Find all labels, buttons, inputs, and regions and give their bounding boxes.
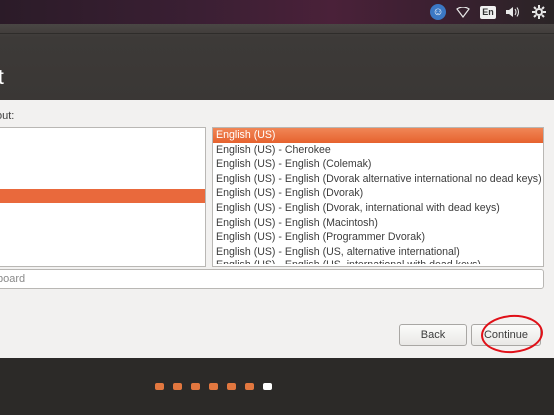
volume-icon[interactable]	[504, 3, 522, 21]
page-title: t	[0, 66, 4, 89]
progress-dots	[155, 383, 272, 390]
variant-item[interactable]: English (US) - Cherokee	[213, 143, 543, 158]
progress-dot-current	[263, 383, 272, 390]
window-header: t	[0, 24, 554, 100]
installer-footer	[0, 358, 554, 415]
variant-item[interactable]: English (US) - English (Dvorak, internat…	[213, 201, 543, 216]
settings-gear-icon[interactable]	[530, 3, 548, 21]
progress-dot	[209, 383, 218, 390]
progress-dot	[173, 383, 182, 390]
variant-item[interactable]: English (US) - English (Macintosh)	[213, 216, 543, 231]
layout-language-list[interactable]	[0, 127, 206, 267]
variant-item[interactable]: English (US) - English (Colemak)	[213, 157, 543, 172]
variant-item[interactable]: English (US) - English (US, alternative …	[213, 245, 543, 260]
progress-dot	[245, 383, 254, 390]
variant-item[interactable]: English (US) - English (Dvorak alternati…	[213, 172, 543, 187]
keyboard-layout-page: out: English (US) English (US) - Cheroke…	[0, 100, 554, 358]
variant-item[interactable]: English (US) - English (Dvorak)	[213, 186, 543, 201]
keyboard-test-input[interactable]: board	[0, 269, 544, 289]
language-indicator[interactable]: En	[480, 5, 496, 19]
back-button[interactable]: Back	[399, 324, 467, 346]
top-panel: ☺ En	[0, 0, 554, 24]
layout-prompt: out:	[0, 110, 15, 122]
layout-variant-list[interactable]: English (US) English (US) - Cherokee Eng…	[212, 127, 544, 267]
accessibility-icon[interactable]: ☺	[430, 4, 446, 20]
variant-item[interactable]: English (US)	[213, 128, 543, 143]
system-indicators: ☺ En	[430, 2, 548, 22]
wifi-icon[interactable]	[454, 3, 472, 21]
progress-dot	[191, 383, 200, 390]
progress-dot	[227, 383, 236, 390]
progress-dot	[155, 383, 164, 390]
titlebar-divider	[0, 33, 554, 34]
variant-item[interactable]: English (US) - English (US, internationa…	[213, 259, 543, 264]
layout-language-selected-row[interactable]	[0, 189, 205, 203]
variant-item[interactable]: English (US) - English (Programmer Dvora…	[213, 230, 543, 245]
